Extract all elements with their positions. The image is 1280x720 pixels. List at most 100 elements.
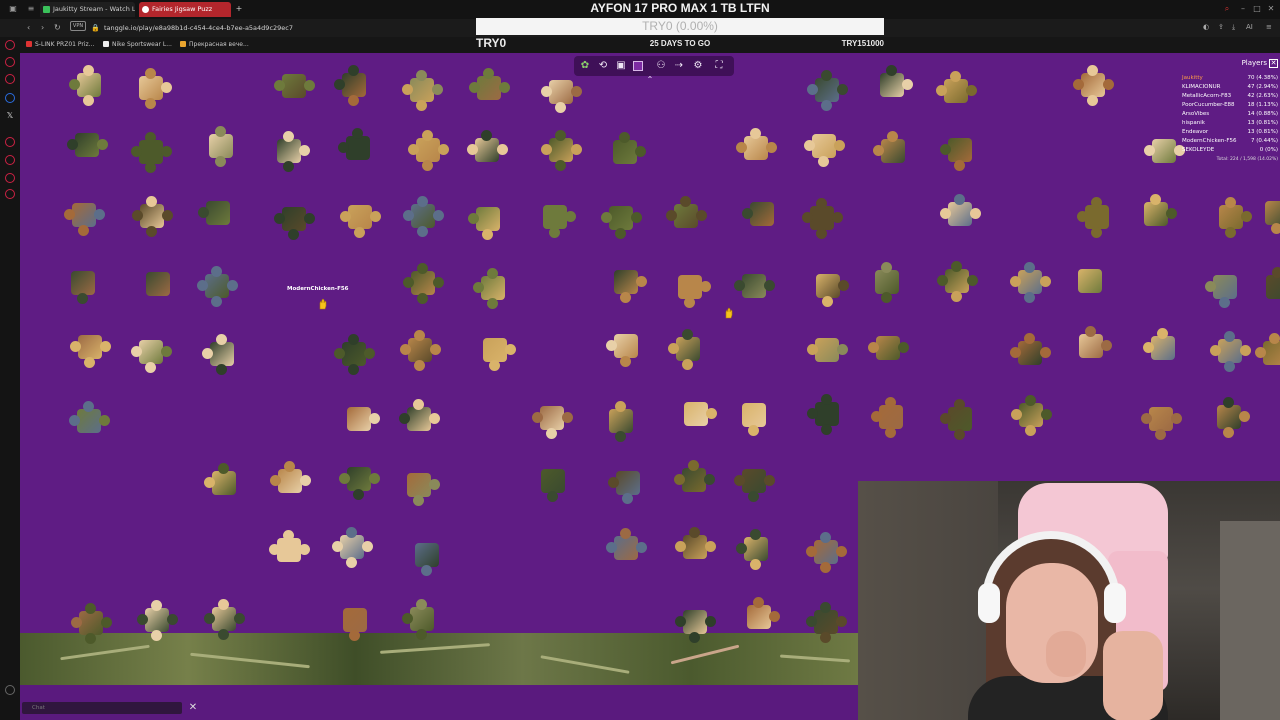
sidebar-more-icon[interactable]: [5, 685, 15, 695]
puzzle-piece[interactable]: [1142, 327, 1183, 368]
puzzle-piece[interactable]: [407, 130, 449, 172]
puzzle-piece[interactable]: [675, 602, 717, 643]
puzzle-piece[interactable]: [807, 393, 847, 435]
puzzle-piece[interactable]: [1140, 399, 1182, 441]
puzzle-piece[interactable]: [939, 130, 980, 171]
puzzle-piece[interactable]: [398, 398, 440, 439]
sidebar-home-icon[interactable]: [5, 40, 15, 50]
puzzle-piece[interactable]: [936, 70, 978, 111]
puzzle-piece[interactable]: [340, 197, 382, 238]
close-players-button[interactable]: ✕: [1269, 59, 1278, 68]
puzzle-piece[interactable]: [734, 461, 776, 503]
puzzle-piece[interactable]: [868, 328, 910, 368]
forward-icon[interactable]: ›: [41, 22, 44, 34]
puzzle-piece[interactable]: [666, 195, 708, 236]
puzzle-piece[interactable]: [203, 462, 244, 503]
sidebar-music-icon[interactable]: [5, 137, 15, 147]
puzzle-piece[interactable]: [68, 64, 109, 106]
puzzle-piece[interactable]: [739, 597, 780, 637]
chat-input[interactable]: Chat: [22, 702, 182, 714]
tab-list-icon[interactable]: ≡: [26, 4, 36, 14]
puzzle-piece[interactable]: [473, 267, 513, 309]
sidebar-history-icon[interactable]: [5, 74, 15, 84]
puzzle-piece[interactable]: [804, 126, 846, 167]
puzzle-piece[interactable]: [1070, 261, 1110, 301]
puzzle-piece[interactable]: [806, 330, 848, 370]
puzzle-piece[interactable]: [605, 527, 647, 568]
puzzle-piece[interactable]: [806, 532, 848, 574]
search-icon[interactable]: ⌕: [1222, 4, 1232, 14]
download-icon[interactable]: ⤓: [1232, 23, 1235, 32]
sidebar-wallet-icon[interactable]: [5, 155, 15, 165]
puzzle-piece[interactable]: [736, 529, 776, 571]
puzzle-piece[interactable]: [269, 130, 310, 172]
puzzle-piece[interactable]: [68, 400, 110, 441]
puzzle-piece[interactable]: [1076, 197, 1117, 239]
puzzle-piece[interactable]: [873, 131, 913, 171]
back-icon[interactable]: ‹: [27, 22, 30, 34]
puzzle-piece[interactable]: [872, 65, 913, 105]
new-tab-button[interactable]: +: [234, 4, 244, 14]
bookmark-item[interactable]: S-LINK PRZ01 Priz...: [26, 40, 94, 50]
puzzle-piece[interactable]: [407, 535, 447, 576]
puzzle-piece[interactable]: [871, 397, 911, 439]
puzzle-piece[interactable]: [1010, 395, 1052, 437]
collapse-toolbar-icon[interactable]: ⌃: [645, 75, 655, 85]
puzzle-piece[interactable]: [401, 598, 442, 640]
puzzle-piece[interactable]: [605, 132, 646, 172]
workspace-icon[interactable]: ▣: [8, 4, 18, 14]
puzzle-piece[interactable]: [1071, 326, 1113, 366]
tab-jaukitty-stream[interactable]: Jaukitty Stream - Watch Li: [40, 2, 135, 17]
puzzle-piece[interactable]: [742, 194, 782, 234]
puzzle-piece[interactable]: [1257, 193, 1280, 235]
fullscreen-icon[interactable]: ⛶: [713, 60, 725, 72]
puzzle-piece[interactable]: [535, 197, 576, 238]
puzzle-piece[interactable]: [805, 602, 847, 644]
puzzle-piece[interactable]: [676, 394, 717, 434]
puzzle-piece[interactable]: [130, 132, 172, 174]
puzzle-piece[interactable]: [136, 600, 178, 642]
close-chat-icon[interactable]: ✕: [188, 703, 198, 713]
puzzle-piece[interactable]: [867, 261, 907, 303]
puzzle-piece[interactable]: [801, 198, 843, 240]
puzzle-piece[interactable]: [335, 600, 375, 641]
sidebar-tools-icon[interactable]: [5, 173, 15, 183]
extensions-icon[interactable]: ◐: [1203, 23, 1209, 31]
puzzle-piece[interactable]: [940, 193, 982, 234]
share-link-icon[interactable]: ⇢: [673, 60, 685, 72]
puzzle-piece[interactable]: [808, 266, 850, 308]
puzzle-piece[interactable]: [269, 529, 311, 570]
puzzle-piece[interactable]: [337, 128, 378, 168]
puzzle-piece[interactable]: [475, 330, 516, 371]
puzzle-piece[interactable]: [269, 460, 311, 501]
puzzle-piece[interactable]: [1211, 197, 1252, 239]
puzzle-piece[interactable]: [1204, 267, 1245, 309]
puzzle-piece[interactable]: [540, 72, 582, 113]
puzzle-piece[interactable]: [1009, 261, 1051, 303]
minimize-button[interactable]: –: [1238, 4, 1248, 14]
address-bar[interactable]: tanggle.io/play/e8a98b1d-c454-4ce4-b7ee-…: [104, 22, 404, 34]
puzzle-piece[interactable]: [733, 266, 775, 306]
image-preview-icon[interactable]: ▣: [615, 60, 627, 72]
bookmark-item[interactable]: Прекрасная вече...: [180, 40, 249, 50]
puzzle-piece[interactable]: [403, 196, 445, 238]
puzzle-piece[interactable]: [533, 461, 573, 502]
puzzle-piece[interactable]: [273, 66, 315, 106]
puzzle-piece[interactable]: [339, 399, 380, 439]
lock-icon[interactable]: 🔒: [91, 22, 100, 34]
puzzle-piece[interactable]: [132, 196, 174, 238]
sidebar-messenger-icon[interactable]: [5, 93, 15, 103]
puzzle-piece[interactable]: [273, 199, 315, 240]
puzzle-piece[interactable]: [1072, 64, 1114, 106]
puzzle-piece[interactable]: [734, 395, 774, 436]
puzzle-piece[interactable]: [197, 266, 239, 308]
puzzle-piece[interactable]: [601, 400, 641, 442]
sidebar-settings-icon[interactable]: [5, 189, 15, 199]
players-icon[interactable]: ⚇: [655, 60, 667, 72]
puzzle-piece[interactable]: [540, 129, 582, 171]
puzzle-piece[interactable]: [334, 65, 374, 107]
puzzle-piece[interactable]: [466, 130, 508, 170]
puzzle-piece[interactable]: [138, 264, 178, 304]
puzzle-piece[interactable]: [608, 463, 648, 505]
background-color-swatch[interactable]: [633, 61, 643, 71]
